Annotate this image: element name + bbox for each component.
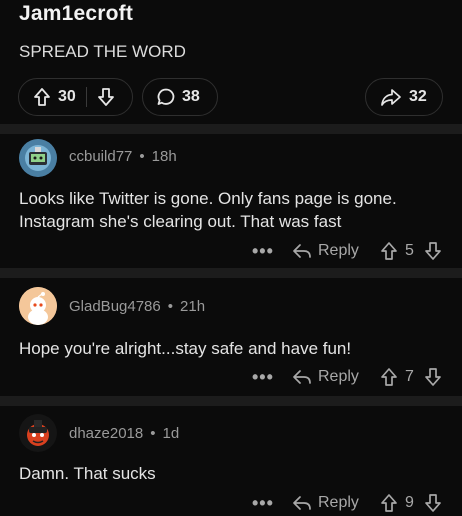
avatar[interactable]	[19, 287, 57, 325]
comment-item: GladBug4786 • 21h Hope you're alright...…	[0, 278, 462, 396]
comment-count: 38	[182, 88, 200, 105]
post-header: Jam1ecroft SPREAD THE WORD 30 38 32	[0, 0, 462, 124]
more-options-button[interactable]: •••	[252, 364, 274, 390]
upvote-count: 30	[58, 88, 76, 105]
comments-button[interactable]: 38	[142, 78, 218, 116]
username[interactable]: GladBug4786	[69, 298, 161, 315]
comment-age: 1d	[162, 425, 180, 442]
reply-button[interactable]: Reply	[292, 238, 359, 264]
reply-arrow-icon	[293, 244, 311, 258]
vote-divider	[85, 87, 87, 107]
reply-arrow-icon	[293, 370, 311, 384]
downvote-icon[interactable]	[424, 238, 442, 264]
meta-separator: •	[167, 298, 174, 315]
reply-label: Reply	[318, 242, 359, 259]
share-arrow-icon	[380, 87, 402, 107]
post-author[interactable]: Jam1ecroft	[19, 2, 133, 26]
avatar[interactable]	[19, 139, 57, 177]
more-options-button[interactable]: •••	[252, 238, 274, 264]
section-divider	[0, 124, 462, 134]
comment-text: Hope you're alright...stay safe and have…	[19, 339, 352, 358]
comment-age: 21h	[180, 298, 206, 315]
upvote-icon[interactable]	[33, 87, 51, 107]
comment-item: dhaze2018 • 1d Damn. That sucks ••• Repl…	[0, 406, 462, 513]
comment-meta: ccbuild77 • 18h	[69, 148, 177, 165]
downvote-icon[interactable]	[424, 364, 442, 390]
comment-meta: GladBug4786 • 21h	[69, 298, 205, 315]
section-divider	[0, 396, 462, 406]
comment-meta: dhaze2018 • 1d	[69, 425, 179, 442]
comment-item: ccbuild77 • 18h Looks like Twitter is go…	[0, 134, 462, 268]
vote-count: 7	[405, 368, 414, 385]
reply-button[interactable]: Reply	[292, 364, 359, 390]
reply-label: Reply	[318, 494, 359, 511]
comment-actions: ••• Reply 9	[0, 490, 462, 516]
meta-separator: •	[139, 148, 145, 165]
reply-button[interactable]: Reply	[292, 490, 359, 516]
vote-count: 9	[405, 494, 414, 511]
avatar[interactable]	[19, 414, 57, 452]
comment-actions: ••• Reply 7	[0, 364, 462, 390]
section-divider	[0, 268, 462, 278]
username[interactable]: ccbuild77	[69, 148, 132, 165]
meta-separator: •	[150, 425, 156, 442]
more-options-button[interactable]: •••	[252, 490, 274, 516]
comment-text: Looks like Twitter is gone. Only fans pa…	[19, 189, 397, 231]
downvote-icon[interactable]	[424, 490, 442, 516]
vote-count: 5	[405, 242, 414, 259]
vote-pill: 30	[18, 78, 133, 116]
reply-arrow-icon	[293, 496, 311, 510]
share-count: 32	[409, 88, 427, 105]
upvote-icon[interactable]	[380, 238, 398, 264]
comment-age: 18h	[151, 148, 177, 165]
downvote-icon[interactable]	[97, 87, 115, 107]
comment-actions: ••• Reply 5	[0, 238, 462, 264]
comment-bubble-icon	[156, 87, 176, 107]
username[interactable]: dhaze2018	[69, 425, 143, 442]
share-button[interactable]: 32	[365, 78, 443, 116]
upvote-icon[interactable]	[380, 364, 398, 390]
post-body: SPREAD THE WORD	[19, 42, 186, 61]
reply-label: Reply	[318, 368, 359, 385]
upvote-icon[interactable]	[380, 490, 398, 516]
comment-text: Damn. That sucks	[19, 464, 156, 483]
